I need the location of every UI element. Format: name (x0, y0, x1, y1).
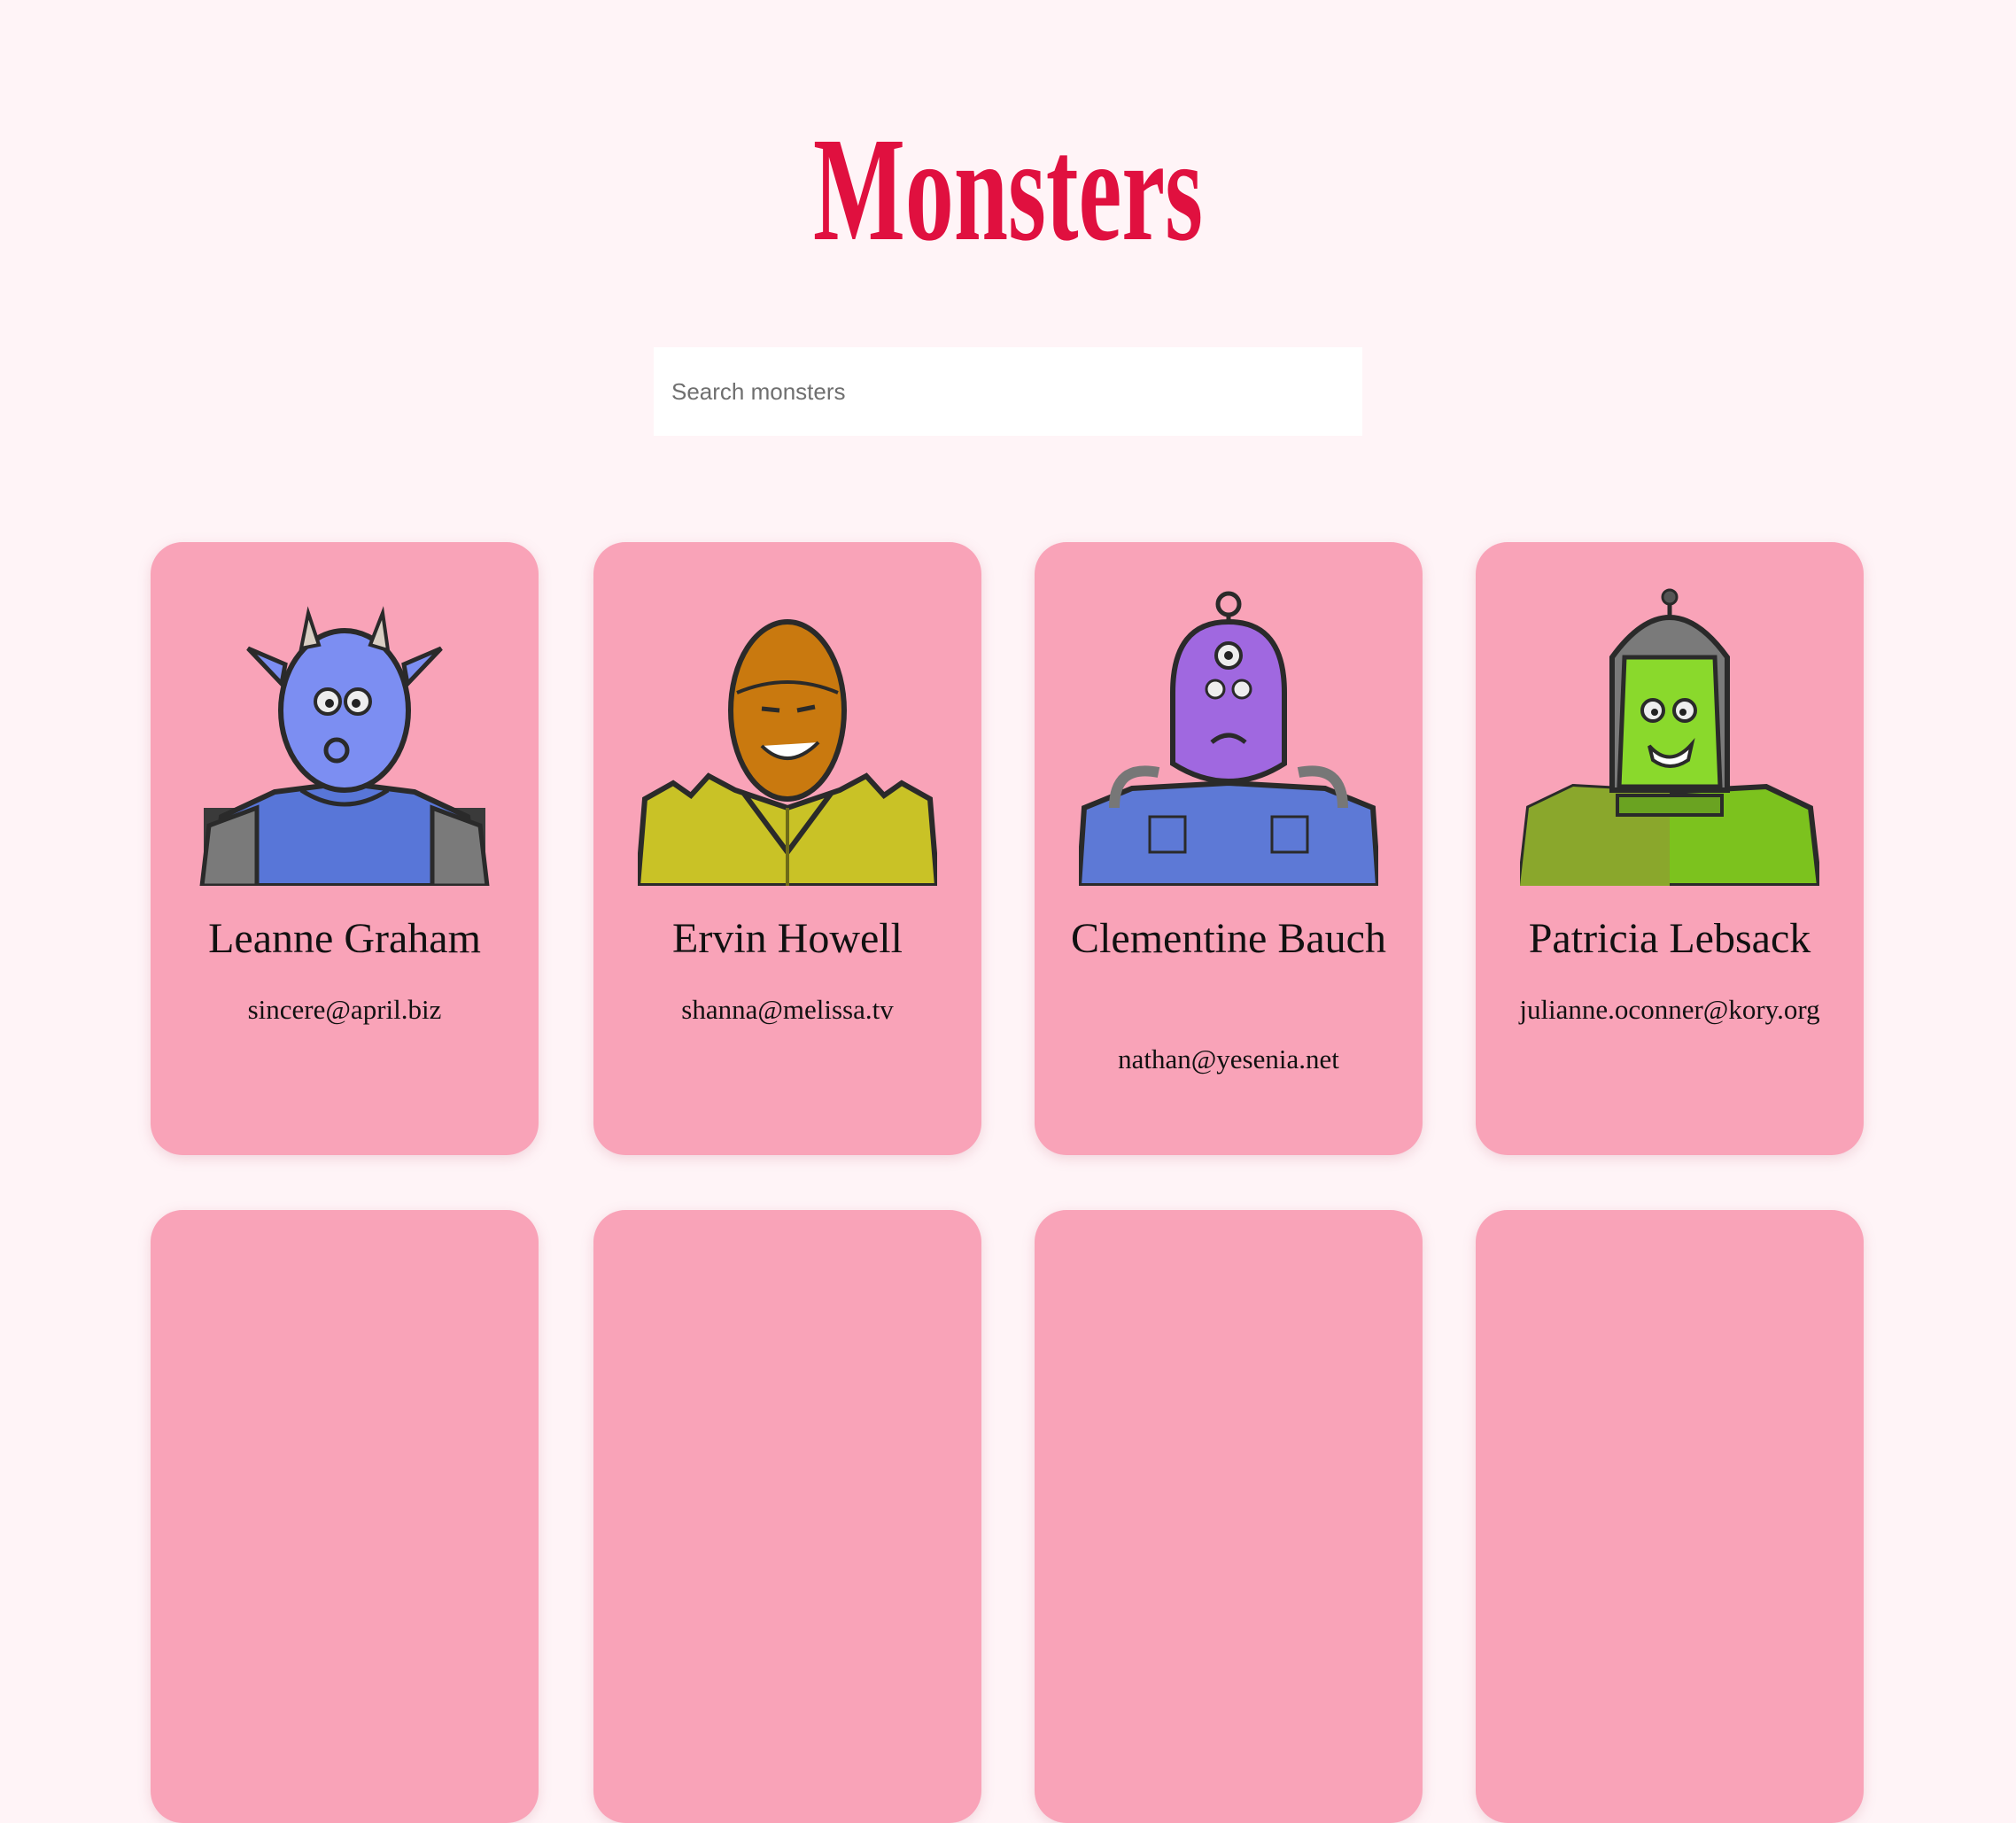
logo: Monsters (797, 106, 1219, 275)
orange-masked-monster-icon (638, 586, 937, 886)
monster-card[interactable] (1476, 1210, 1864, 1823)
monster-email: julianne.oconner@kory.org (1519, 994, 1820, 1025)
monster-name: Clementine Bauch (1071, 915, 1386, 962)
monster-email: sincere@april.biz (247, 994, 442, 1025)
monster-name: Patricia Lebsack (1528, 915, 1811, 962)
monster-card[interactable]: Patricia Lebsack julianne.oconner@kory.o… (1476, 542, 1864, 1155)
monster-name: Leanne Graham (208, 915, 481, 962)
blue-horned-monster-icon (195, 586, 494, 886)
green-helmet-monster-icon (1520, 586, 1819, 886)
logo-text: Monsters (813, 107, 1203, 272)
monster-card[interactable]: Ervin Howell shanna@melissa.tv (593, 542, 981, 1155)
monster-card[interactable] (151, 1210, 539, 1823)
monster-email: nathan@yesenia.net (1118, 1043, 1339, 1074)
monster-email: shanna@melissa.tv (681, 994, 894, 1025)
monster-card[interactable] (1035, 1210, 1423, 1823)
search-input[interactable] (654, 347, 1362, 436)
search-box (654, 347, 1362, 436)
monster-card[interactable]: Leanne Graham sincere@april.biz (151, 542, 539, 1155)
logo-wordmark: Monsters (813, 107, 1203, 272)
monster-card[interactable]: Clementine Bauch nathan@yesenia.net (1035, 542, 1423, 1155)
monster-card[interactable] (593, 1210, 981, 1823)
purple-cyclops-robot-icon (1079, 586, 1378, 886)
monster-name: Ervin Howell (672, 915, 903, 962)
